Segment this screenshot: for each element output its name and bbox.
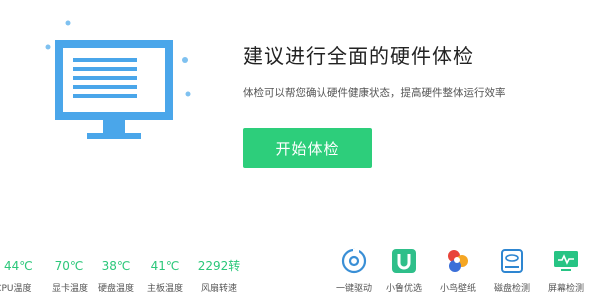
stat-disk-temp: 38℃ 硬盘温度 [98, 258, 134, 294]
tool-driver[interactable]: 一键驱动 [330, 248, 378, 294]
stat-label: 风扇转速 [200, 284, 237, 294]
driver-icon [341, 248, 367, 274]
tool-label: 磁盘检测 [493, 284, 530, 294]
stat-board-temp: 41℃ 主板温度 [146, 258, 184, 294]
decor-dot [45, 44, 51, 50]
stat-gpu-temp: 70℃ 显卡温度 [52, 258, 89, 294]
u-shop-icon [392, 249, 416, 273]
decor-dot [185, 91, 191, 97]
stat-value: 2292转 [197, 259, 241, 273]
page-subtitle: 体检可以帮您确认硬件健康状态，提高硬件整体运行效率 [243, 87, 506, 99]
tool-label: 屏幕检测 [547, 284, 584, 294]
tool-label: 一键驱动 [335, 284, 372, 294]
stat-label: 显卡温度 [52, 284, 89, 294]
tool-wallpaper[interactable]: 小鸟壁纸 [434, 248, 482, 294]
tool-label: 小鸟壁纸 [439, 284, 476, 294]
stat-cpu-temp: 44℃ CPU温度 [0, 258, 33, 294]
monitor-neck [103, 120, 125, 133]
start-checkup-button[interactable]: 开始体检 [243, 128, 372, 168]
stat-value: 44℃ [4, 259, 33, 273]
stat-label: 主板温度 [146, 284, 183, 294]
page-title: 建议进行全面的硬件体检 [243, 44, 474, 68]
stat-value: 70℃ [54, 259, 84, 273]
monitor-illustration-icon [45, 20, 191, 139]
decor-dot [182, 57, 188, 63]
tool-label: 小鲁优选 [385, 284, 422, 294]
screen-icon [554, 251, 578, 271]
stat-fan-speed: 2292转 风扇转速 [194, 258, 244, 294]
wallpaper-icon [448, 250, 468, 272]
tool-screen-check[interactable]: 屏幕检测 [542, 248, 590, 294]
hardware-stats: 44℃ CPU温度 70℃ 显卡温度 38℃ 硬盘温度 41℃ 主板温度 229… [0, 258, 300, 304]
disk-icon [501, 249, 523, 273]
stat-label: 硬盘温度 [98, 284, 135, 294]
tool-disk-check[interactable]: 磁盘检测 [488, 248, 536, 294]
stat-value: 41℃ [150, 259, 180, 273]
stat-value: 38℃ [101, 259, 131, 273]
stat-label: CPU温度 [0, 284, 32, 294]
tool-shortcuts: 一键驱动 小鲁优选 小鸟壁纸 磁盘检测 屏幕检测 [330, 248, 600, 304]
tool-u-shop[interactable]: 小鲁优选 [380, 248, 428, 294]
decor-dot [65, 20, 71, 26]
monitor-base [87, 133, 141, 139]
